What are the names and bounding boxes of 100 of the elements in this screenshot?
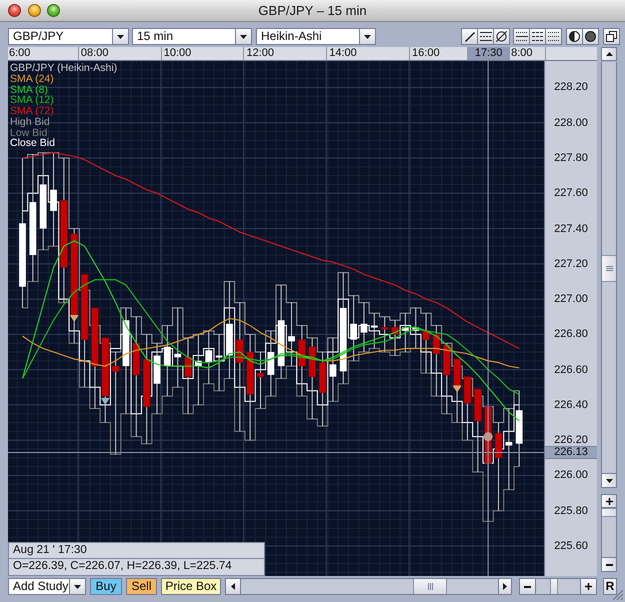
crosshair-time-label: 17:30 [467, 47, 510, 60]
scrollbar-thumb[interactable] [413, 579, 447, 594]
price-tick-label: 226.40 [553, 398, 589, 411]
candle [267, 330, 274, 397]
diagonal-line-icon [464, 32, 474, 42]
mixed-lines-icon [516, 32, 528, 41]
toolbar-button[interactable] [582, 28, 599, 45]
zoom-out-button[interactable] [601, 557, 617, 572]
grip-lines-icon [428, 583, 432, 590]
candle [330, 337, 336, 402]
candle [464, 376, 472, 441]
candle [432, 325, 440, 397]
candle [350, 295, 358, 362]
price-tick-label: 228.20 [553, 81, 589, 94]
sell-button[interactable]: Sell [126, 578, 157, 595]
candle [422, 312, 430, 374]
scroll-up-button[interactable] [601, 47, 617, 61]
toolbar-button[interactable] [529, 28, 546, 45]
symbol-dropdown[interactable]: GBP/JPY [8, 28, 129, 45]
slider-thumb[interactable] [550, 579, 558, 594]
resize-grip-icon [613, 590, 623, 600]
toolbar-button[interactable] [477, 28, 494, 45]
price-tick-label: 226.00 [553, 469, 589, 482]
overlapping-squares-icon [606, 31, 617, 42]
price-tick-label: 228.00 [553, 116, 589, 129]
interval-dropdown[interactable]: 15 min [132, 28, 252, 45]
candle [288, 302, 295, 367]
legend-label: Close Bid [10, 138, 56, 149]
dotted-lines-icon [548, 32, 560, 41]
window-title: GBP/JPY – 15 min [258, 3, 367, 18]
candle [412, 307, 420, 349]
minus-icon [524, 586, 531, 588]
candle [391, 320, 399, 356]
minimize-window-button[interactable] [28, 4, 40, 17]
price-tick-label: 226.20 [553, 434, 589, 446]
time-tick-label: 8:00 [511, 47, 533, 60]
caret-down-icon [74, 584, 81, 588]
price-tick-label: 226.60 [553, 364, 589, 376]
circle-slash-icon [496, 31, 507, 42]
ohlc-values-label: O=226.39, C=226.07, H=226.39, L=225.74 [8, 559, 265, 576]
caret-right-icon [503, 583, 507, 590]
filled-circle-icon [585, 31, 596, 42]
toolbar-button[interactable] [566, 28, 583, 45]
time-tick-label: 14:00 [329, 47, 357, 60]
legend-label: SMA (24) [10, 74, 55, 84]
legend-label: Low Bid [10, 128, 48, 138]
reset-button[interactable]: R [603, 578, 617, 595]
toolbar-button[interactable] [461, 28, 478, 45]
toolbar-button[interactable] [493, 28, 510, 45]
price-tick-label: 227.20 [553, 258, 589, 270]
zoom-in-button[interactable] [580, 578, 597, 595]
caret-left-icon [231, 583, 235, 590]
chart-type-dropdown[interactable]: Heikin-Ashi [256, 28, 376, 45]
candle [360, 302, 368, 352]
zoom-out-button[interactable] [519, 578, 536, 595]
add-study-dropdown[interactable]: Add Study [8, 578, 86, 595]
price-tick-label: 225.80 [553, 504, 589, 517]
scrollbar-thumb[interactable] [602, 255, 616, 282]
candle [154, 342, 160, 414]
legend-label: High Bid [10, 116, 50, 128]
plus-icon [606, 498, 612, 504]
buy-button[interactable]: Buy [90, 578, 122, 595]
legend-label: SMA (12) [10, 95, 55, 106]
candle [443, 342, 450, 414]
candle [370, 312, 378, 349]
zoom-window-button[interactable] [47, 4, 60, 17]
legend-label: SMA (8) [10, 84, 48, 96]
crosshair-price-label: 226.13 [545, 446, 597, 460]
candle [256, 352, 264, 409]
zoom-in-button[interactable] [601, 494, 617, 508]
price-tick-label: 227.40 [553, 222, 589, 235]
time-tick-label: 6:00 [9, 47, 30, 60]
price-tick-label: 226.80 [553, 328, 589, 340]
grip-lines-icon [606, 266, 612, 271]
scroll-down-button[interactable] [601, 473, 617, 488]
slider-thumb[interactable] [602, 508, 616, 517]
price-tick-label: 227.80 [553, 152, 589, 164]
toolbar-button[interactable] [603, 28, 620, 45]
caret-down-icon [117, 34, 124, 38]
candle [194, 334, 202, 406]
toolbar-button[interactable] [513, 28, 530, 45]
candle [298, 325, 306, 397]
scroll-right-button[interactable] [498, 579, 511, 594]
time-tick-label: 08:00 [80, 47, 108, 60]
minus-icon [606, 564, 612, 566]
time-tick-label: 10:00 [164, 47, 192, 60]
legend-label: SMA (72) [10, 106, 55, 117]
time-tick-label: 12:00 [246, 47, 274, 60]
toolbar-button[interactable] [545, 28, 562, 45]
caret-down-icon [240, 34, 247, 38]
scroll-left-button[interactable] [226, 579, 241, 594]
candle [164, 325, 171, 397]
candle [380, 316, 388, 352]
price-box-button[interactable]: Price Box [161, 578, 221, 595]
close-window-button[interactable] [8, 4, 21, 17]
candle [216, 334, 222, 392]
price-tick-label: 225.60 [553, 540, 589, 552]
half-filled-circle-icon [569, 31, 580, 42]
candle [205, 330, 212, 384]
horizontal-lines-icon [480, 32, 492, 41]
